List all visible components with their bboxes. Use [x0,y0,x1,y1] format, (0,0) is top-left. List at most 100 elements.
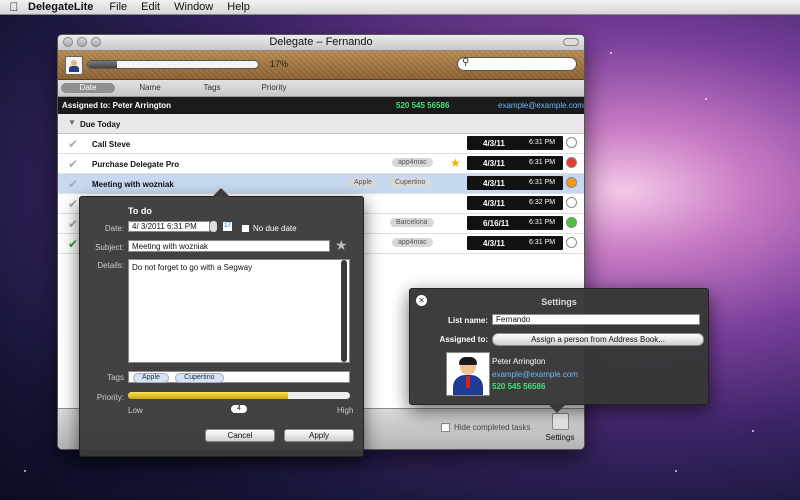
date-label: Date: [104,224,124,233]
person-phone[interactable]: 520 545 56586 [492,382,545,391]
assigned-email[interactable]: example@example.com [498,101,584,110]
due-date-box[interactable]: 4/3/11 6:31 PM [467,136,563,150]
check-icon[interactable]: ✔ [68,137,78,151]
check-icon[interactable]: ✔ [68,197,78,211]
due-time: 6:31 PM [529,159,556,166]
title-bar[interactable]: Delegate – Fernando [58,35,584,51]
no-due-date-checkbox[interactable]: No due date [242,224,297,233]
due-date-box[interactable]: 4/3/11 6:31 PM [467,176,563,190]
due-date: 4/3/11 [483,199,505,208]
settings-popover: ✕ Settings List name: Fernando Assigned … [409,288,709,413]
todo-popover: To do Date: 4/ 3/2011 6:31 PM 17 No due … [79,188,364,457]
apply-button[interactable]: Apply [284,429,354,442]
assign-from-address-book-button[interactable]: Assign a person from Address Book... [492,333,704,346]
priority-indicator[interactable] [566,217,577,228]
list-name-field[interactable]: Fernando [492,314,700,325]
due-date: 4/3/11 [483,179,505,188]
sort-tab-date[interactable]: Date [61,83,115,93]
user-button[interactable] [65,56,83,75]
priority-value: 4 [231,405,247,413]
zoom-window-button[interactable] [91,37,101,47]
disclosure-triangle-icon[interactable]: ▼ [68,118,76,127]
star-dot [752,430,754,432]
due-date-box[interactable]: 6/16/11 6:31 PM [467,216,563,230]
close-window-button[interactable] [63,37,73,47]
menu-file[interactable]: File [109,1,127,13]
settings-heading: Settings [541,297,577,307]
search-input[interactable]: ⚲ [457,57,577,71]
progress-bar [87,60,259,69]
settings-button[interactable]: Settings [545,413,575,442]
task-row[interactable]: ✔ Purchase Delegate Pro app4mac ★ 4/3/11 6:31… [58,154,584,174]
app-name-menu[interactable]: DelegateLite [28,1,93,13]
subject-label: Subject: [95,243,124,252]
tag-token[interactable]: Cupertino [175,373,224,383]
menu-edit[interactable]: Edit [141,1,160,13]
subject-field[interactable]: Meeting with wozniak [128,240,330,252]
check-icon[interactable]: ✔ [68,237,78,251]
priority-slider[interactable] [128,392,350,399]
tag-token[interactable]: Barcelona [390,218,434,227]
due-date: 4/3/11 [483,239,505,248]
task-title: Meeting with wozniak [92,180,174,189]
tag-token[interactable]: app4mac [392,238,433,247]
assigned-bar: Assigned to: Peter Arrington 520 545 565… [58,97,584,114]
minimize-window-button[interactable] [77,37,87,47]
priority-label: Priority: [96,393,124,402]
hide-completed-checkbox[interactable]: Hide completed tasks [441,423,530,433]
task-row[interactable]: ✔ Meeting with wozniak Apple Cupertino 4/3/1… [58,174,584,194]
menu-bar:  DelegateLite File Edit Window Help [0,0,800,15]
progress-label: 17% [270,59,289,69]
section-header-due-today[interactable]: ▼ Due Today [58,114,584,134]
date-field[interactable]: 4/ 3/2011 6:31 PM [128,221,210,232]
priority-indicator[interactable] [566,197,577,208]
date-stepper[interactable] [210,221,217,232]
check-icon[interactable]: ✔ [68,217,78,231]
check-icon[interactable]: ✔ [68,177,78,191]
avatar [446,352,490,396]
assigned-phone[interactable]: 520 545 56586 [396,101,449,110]
toolbar-toggle-button[interactable] [563,38,579,46]
priority-indicator[interactable] [566,157,577,168]
sort-bar: Date Name Tags Priority [58,80,584,97]
details-scrollbar[interactable] [341,260,347,362]
tag-token[interactable]: Apple [133,373,169,383]
assigned-name: Assigned to: Peter Arrington [62,101,172,110]
due-date-box[interactable]: 4/3/11 6:31 PM [467,156,563,170]
priority-indicator[interactable] [566,137,577,148]
task-title: Purchase Delegate Pro [92,160,180,169]
due-date: 4/3/11 [483,139,505,148]
due-time: 6:31 PM [529,239,556,246]
apple-icon[interactable]:  [0,0,28,14]
star-icon[interactable]: ★ [450,156,461,170]
due-date: 4/3/11 [483,159,505,168]
star-icon[interactable]: ★ [335,237,348,254]
tag-token[interactable]: Apple [348,178,378,187]
priority-indicator[interactable] [566,177,577,188]
due-date-box[interactable]: 4/3/11 6:31 PM [467,236,563,250]
cancel-button[interactable]: Cancel [205,429,275,442]
person-email[interactable]: example@example.com [492,370,578,379]
due-time: 6:32 PM [529,199,556,206]
menu-help[interactable]: Help [227,1,250,13]
settings-icon [551,413,569,430]
tags-field[interactable]: Apple Cupertino [128,371,350,383]
priority-indicator[interactable] [566,237,577,248]
sort-tab-name[interactable]: Name [126,83,174,93]
task-row[interactable]: ✔ Call Steve 4/3/11 6:31 PM [58,134,584,154]
task-title: Call Steve [92,140,131,149]
tag-token[interactable]: Cupertino [389,178,432,187]
calendar-icon[interactable]: 17 [223,222,232,231]
star-dot [24,470,26,472]
tag-token[interactable]: app4mac [392,158,433,167]
sort-tab-tags[interactable]: Tags [186,83,238,93]
due-date-box[interactable]: 4/3/11 6:32 PM [467,196,563,210]
window-title: Delegate – Fernando [269,36,373,48]
details-textarea[interactable]: Do not forget to go with a Segway [128,259,350,363]
sort-tab-priority[interactable]: Priority [248,83,300,93]
due-time: 6:31 PM [529,219,556,226]
menu-window[interactable]: Window [174,1,213,13]
person-name: Peter Arrington [492,357,546,366]
star-dot [675,470,677,472]
check-icon[interactable]: ✔ [68,157,78,171]
